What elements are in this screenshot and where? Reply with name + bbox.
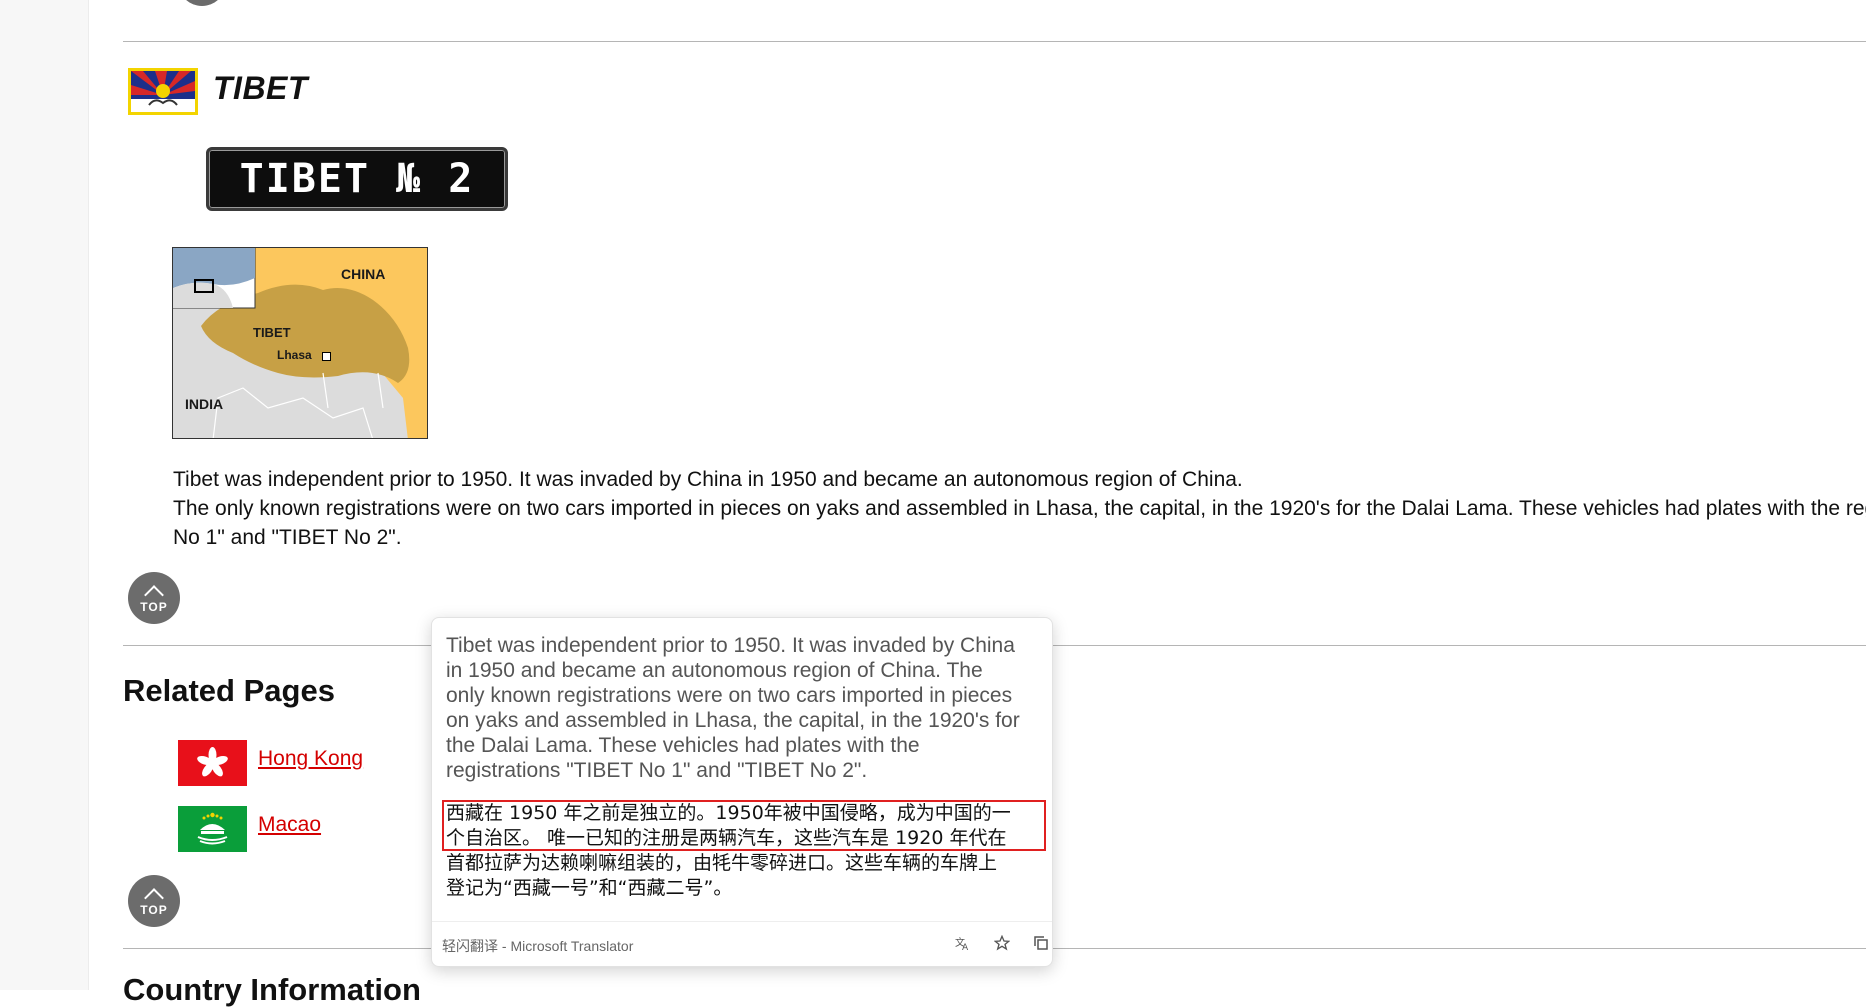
popup-source-text: Tibet was independent prior to 1950. It … [446, 633, 1042, 783]
top-button-partial[interactable] [178, 0, 226, 6]
popup-footer: 轻闪翻译 - Microsoft Translator 文A [432, 921, 1052, 966]
svg-text:A: A [962, 943, 969, 951]
translate-icon[interactable]: 文A [952, 932, 974, 954]
section-title: TIBET [213, 70, 308, 106]
paragraph-line: No 1" and "TIBET No 2". [173, 526, 402, 549]
map-label-india: INDIA [185, 396, 224, 412]
star-icon[interactable] [991, 932, 1013, 954]
related-link-macao[interactable]: Macao [258, 813, 321, 837]
divider [123, 41, 1866, 42]
next-section-title: Country Information [123, 972, 421, 1007]
tibet-description: Tibet was independent prior to 1950. It … [173, 465, 1866, 552]
source-line: the Dalai Lama. These vehicles had plate… [446, 734, 920, 757]
lhasa-marker [322, 352, 331, 361]
source-line: in 1950 and became an autonomous region … [446, 659, 983, 682]
source-line: only known registrations were on two car… [446, 684, 1013, 707]
translator-credit: 轻闪翻译 - Microsoft Translator [442, 938, 634, 954]
source-line: Tibet was independent prior to 1950. It … [446, 634, 1015, 657]
highlight-annotation [442, 800, 1046, 851]
translation-line: 登记为“西藏一号”和“西藏二号”。 [446, 877, 733, 899]
back-to-top-button[interactable]: TOP [128, 572, 180, 624]
tibet-flag [128, 68, 198, 115]
macao-flag [178, 806, 247, 852]
related-pages-title: Related Pages [123, 673, 335, 708]
translation-line: 首都拉萨为达赖喇嘛组装的，由牦牛零碎进口。这些车辆的车牌上 [446, 852, 998, 874]
map-label-china: CHINA [341, 266, 386, 282]
copy-icon[interactable] [1030, 932, 1052, 954]
left-gutter [0, 0, 89, 990]
paragraph-line: The only known registrations were on two… [173, 497, 1866, 520]
tibet-map-image: CHINA TIBET Lhasa INDIA [172, 247, 428, 439]
source-line: registrations "TIBET No 1" and "TIBET No… [446, 759, 868, 782]
license-plate-image: TIBET № 2 [206, 147, 508, 211]
hong-kong-flag [178, 740, 247, 786]
translator-popup: Tibet was independent prior to 1950. It … [431, 617, 1053, 967]
paragraph-line: Tibet was independent prior to 1950. It … [173, 468, 1243, 491]
map-label-lhasa: Lhasa [277, 348, 312, 362]
related-link-hong-kong[interactable]: Hong Kong [258, 747, 363, 771]
source-line: on yaks and assembled in Lhasa, the capi… [446, 709, 1020, 732]
back-to-top-button[interactable]: TOP [128, 875, 180, 927]
plate-text: TIBET № 2 [239, 156, 475, 202]
map-label-tibet: TIBET [253, 325, 291, 340]
